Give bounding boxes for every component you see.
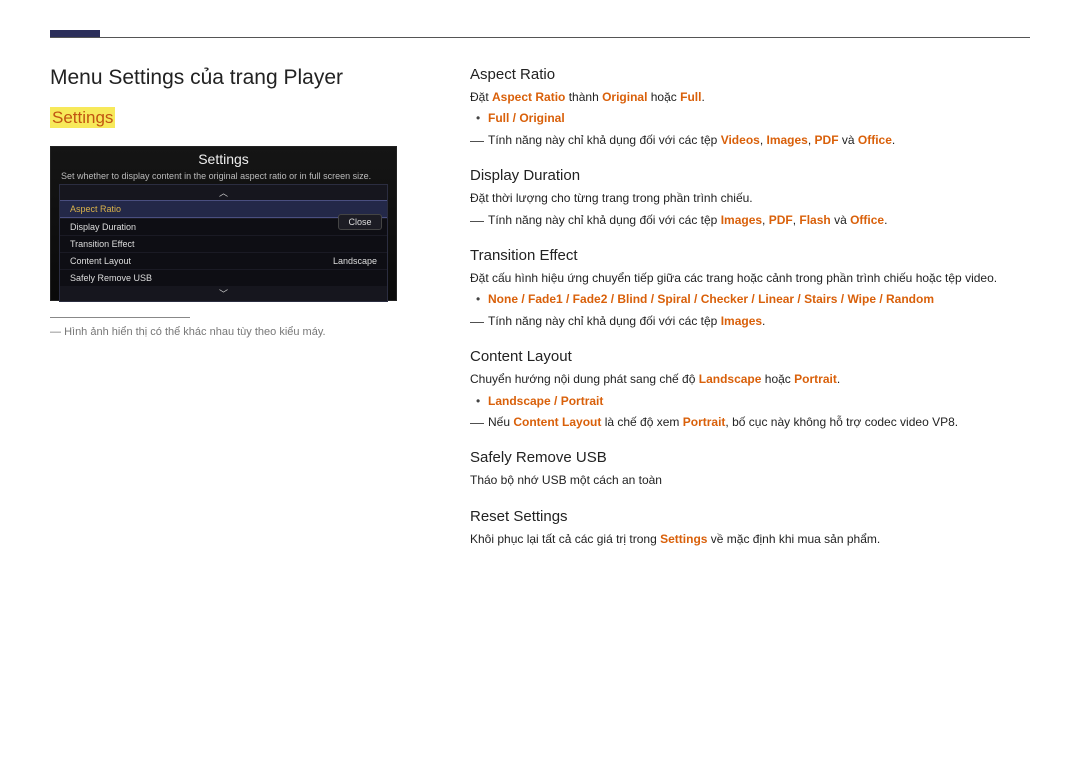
section-note: Tính năng này chỉ khả dụng đối với các t… <box>488 313 1030 330</box>
chevron-up-icon: ︿ <box>60 185 387 200</box>
section-heading: Content Layout <box>470 348 1030 365</box>
section-aspect-ratio: Aspect Ratio Đặt Aspect Ratio thành Orig… <box>470 66 1030 149</box>
close-button: Close <box>338 214 382 230</box>
right-column: Aspect Ratio Đặt Aspect Ratio thành Orig… <box>470 66 1030 566</box>
section-heading: Safely Remove USB <box>470 449 1030 466</box>
settings-dialog-screenshot: Settings Set whether to display content … <box>50 146 397 301</box>
top-divider <box>50 30 1030 38</box>
section-text: Đặt thời lượng cho từng trang trong phần… <box>470 190 1030 207</box>
dialog-item-value: Landscape <box>333 256 377 266</box>
section-content-layout: Content Layout Chuyển hướng nội dung phá… <box>470 348 1030 431</box>
section-text: Đặt cấu hình hiệu ứng chuyển tiếp giữa c… <box>470 270 1030 287</box>
left-column: Menu Settings của trang Player Settings … <box>50 66 410 566</box>
section-text: Tháo bộ nhớ USB một cách an toàn <box>470 472 1030 489</box>
section-heading: Transition Effect <box>470 247 1030 264</box>
section-display-duration: Display Duration Đặt thời lượng cho từng… <box>470 167 1030 229</box>
section-heading: Display Duration <box>470 167 1030 184</box>
dialog-title: Settings <box>51 147 396 167</box>
two-column-layout: Menu Settings của trang Player Settings … <box>50 66 1030 566</box>
section-heading: Aspect Ratio <box>470 66 1030 83</box>
caption-divider <box>50 317 190 318</box>
section-text: Chuyển hướng nội dung phát sang chế độ L… <box>470 371 1030 388</box>
section-reset-settings: Reset Settings Khôi phục lại tất cả các … <box>470 508 1030 548</box>
section-text: Khôi phục lại tất cả các giá trị trong S… <box>470 531 1030 548</box>
highlighted-section-title: Settings <box>50 107 115 128</box>
dialog-item-safely-remove-usb: Safely Remove USB <box>60 269 387 286</box>
section-transition-effect: Transition Effect Đặt cấu hình hiệu ứng … <box>470 247 1030 330</box>
dialog-description: Set whether to display content in the or… <box>51 167 396 184</box>
dialog-item-label: Content Layout <box>70 256 131 266</box>
image-caption: ― Hình ảnh hiển thị có thể khác nhau tùy… <box>50 326 410 338</box>
section-safely-remove-usb: Safely Remove USB Tháo bộ nhớ USB một cá… <box>470 449 1030 489</box>
dialog-item-label: Safely Remove USB <box>70 273 152 283</box>
section-note: Tính năng này chỉ khả dụng đối với các t… <box>488 132 1030 149</box>
section-heading: Reset Settings <box>470 508 1030 525</box>
dialog-item-label: Display Duration <box>70 222 136 232</box>
dialog-item-content-layout: Content Layout Landscape <box>60 252 387 269</box>
options-bullet: Full / Original <box>488 110 1030 127</box>
dialog-item-transition-effect: Transition Effect <box>60 235 387 252</box>
page-title: Menu Settings của trang Player <box>50 66 410 90</box>
options-bullet: None / Fade1 / Fade2 / Blind / Spiral / … <box>488 291 1030 308</box>
section-text: Đặt Aspect Ratio thành Original hoặc Ful… <box>470 89 1030 106</box>
section-note: Nếu Content Layout là chế độ xem Portrai… <box>488 414 1030 431</box>
section-note: Tính năng này chỉ khả dụng đối với các t… <box>488 212 1030 229</box>
options-bullet: Landscape / Portrait <box>488 393 1030 410</box>
dialog-item-label: Transition Effect <box>70 239 135 249</box>
dialog-item-label: Aspect Ratio <box>70 204 121 214</box>
chevron-down-icon: ﹀ <box>60 286 387 301</box>
dialog-list: ︿ Aspect Ratio Display Duration Transiti… <box>59 184 388 302</box>
